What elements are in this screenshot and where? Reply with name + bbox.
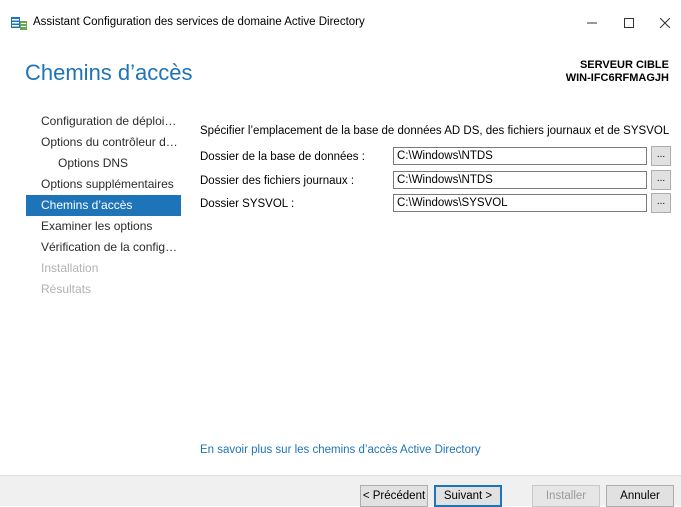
install-button: Installer <box>532 485 600 507</box>
close-button[interactable] <box>647 10 681 36</box>
nav-item-dc-options[interactable]: Options du contrôleur de domaine <box>26 132 181 153</box>
nav-item-paths[interactable]: Chemins d’accès <box>26 195 181 216</box>
nav-item-deployment-config[interactable]: Configuration de déploiement <box>26 111 181 132</box>
target-server-name: WIN-IFC6RFMAGJH <box>565 72 669 84</box>
nav-item-dns-options[interactable]: Options DNS <box>26 153 181 174</box>
nav-item-results: Résultats <box>41 282 92 296</box>
nav-item-prerequisites-check[interactable]: Vérification de la configuration <box>26 237 181 258</box>
nav-item-review-options[interactable]: Examiner les options <box>26 216 181 237</box>
wizard-navigation: Configuration de déploiement Options du … <box>26 111 181 300</box>
target-server-label: SERVEUR CIBLE <box>579 59 669 71</box>
wizard-footer: < Précédent Suivant > Installer Annuler <box>0 475 681 507</box>
sysvol-folder-input[interactable] <box>393 194 647 212</box>
page-title: Chemins d’accès <box>25 60 193 85</box>
paths-instructions: Spécifier l’emplacement de la base de do… <box>200 125 670 137</box>
log-folder-input[interactable] <box>393 171 647 189</box>
close-icon <box>660 18 670 28</box>
database-folder-label: Dossier de la base de données : <box>200 151 365 163</box>
minimize-button[interactable] <box>574 10 610 36</box>
nav-item-additional-options[interactable]: Options supplémentaires <box>26 174 181 195</box>
log-folder-label: Dossier des fichiers journaux : <box>200 175 355 187</box>
sysvol-folder-browse-button[interactable]: ... <box>651 193 671 213</box>
database-folder-browse-button[interactable]: ... <box>651 146 671 166</box>
maximize-button[interactable] <box>611 10 647 36</box>
previous-button[interactable]: < Précédent <box>360 485 428 507</box>
cancel-button[interactable]: Annuler <box>606 485 674 507</box>
window-title: Assistant Configuration des services de … <box>33 16 365 28</box>
nav-item-installation: Installation <box>41 261 99 275</box>
learn-more-link[interactable]: En savoir plus sur les chemins d’accès A… <box>200 444 481 456</box>
minimize-icon <box>587 22 597 24</box>
title-bar: Assistant Configuration des services de … <box>0 10 681 36</box>
maximize-icon <box>624 18 634 28</box>
next-button[interactable]: Suivant > <box>434 485 502 507</box>
database-folder-input[interactable] <box>393 147 647 165</box>
sysvol-folder-label: Dossier SYSVOL : <box>200 198 295 210</box>
log-folder-browse-button[interactable]: ... <box>651 170 671 190</box>
server-config-icon <box>11 17 27 30</box>
